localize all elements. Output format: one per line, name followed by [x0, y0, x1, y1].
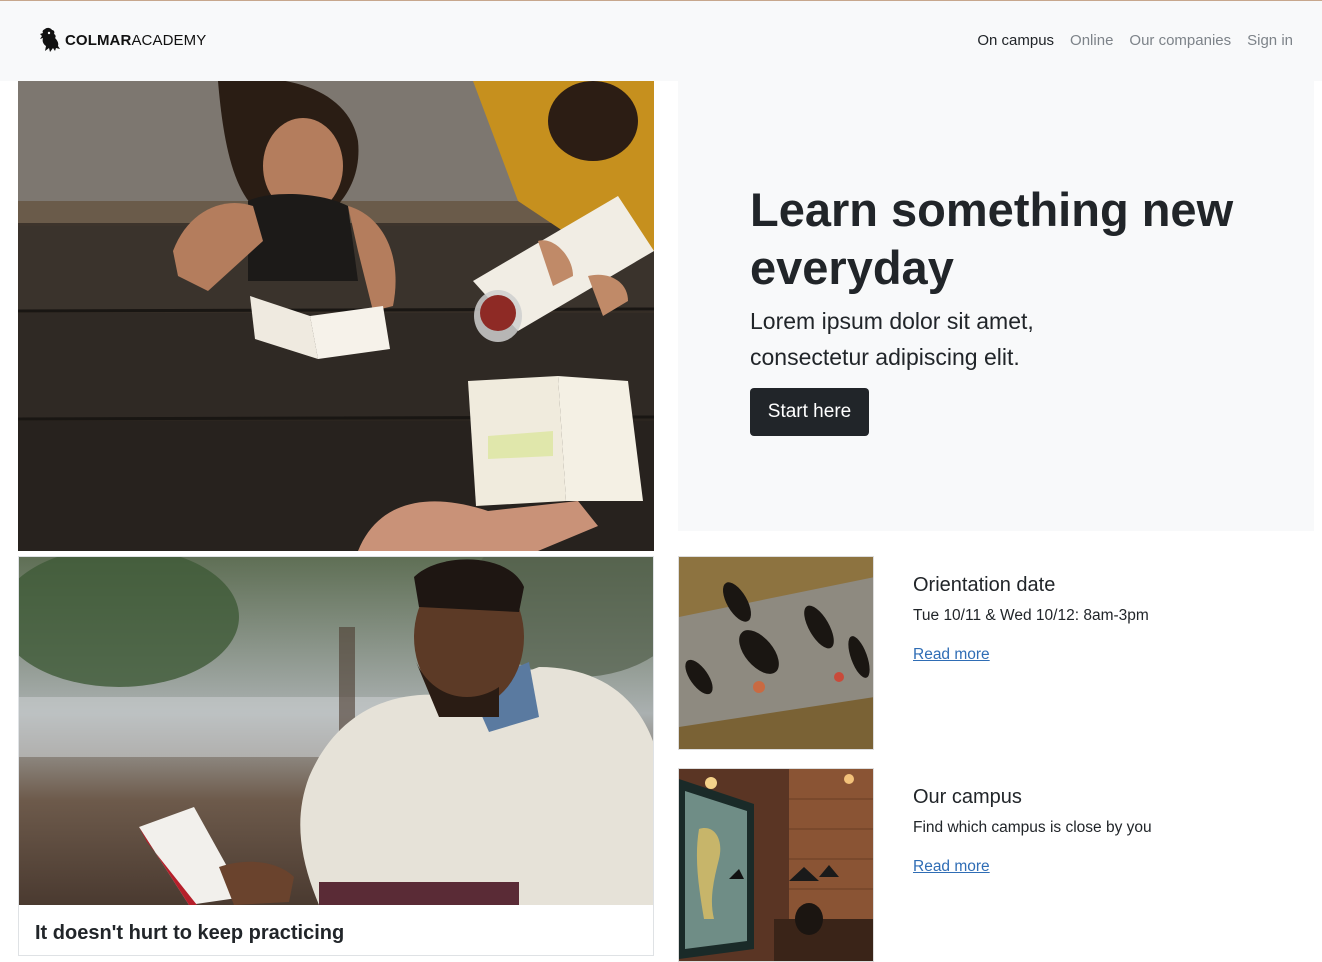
orientation-item: Orientation date Tue 10/11 & Wed 10/12: … [913, 572, 1293, 664]
nav-link-our-companies[interactable]: Our companies [1129, 32, 1231, 49]
campus-item: Our campus Find which campus is close by… [913, 784, 1293, 876]
brand-name-light: ACADEMY [131, 31, 207, 49]
practice-card[interactable]: It doesn't hurt to keep practicing [18, 556, 654, 956]
hero-image [18, 81, 654, 551]
nav-link-online[interactable]: Online [1070, 32, 1113, 49]
orientation-read-more-link[interactable]: Read more [913, 646, 990, 664]
campus-image [678, 768, 874, 962]
orientation-image [678, 556, 874, 750]
lion-icon [40, 27, 60, 52]
card-image [19, 557, 653, 905]
campus-title: Our campus [913, 786, 1022, 808]
campus-text: Find which campus is close by you [913, 819, 1152, 836]
brand-logo[interactable]: COLMAR ACADEMY [38, 26, 206, 54]
nav-link-sign-in[interactable]: Sign in [1247, 32, 1293, 49]
start-here-button[interactable]: Start here [750, 388, 869, 436]
nav-links: On campus Online Our companies Sign in [977, 32, 1293, 49]
navbar: COLMAR ACADEMY On campus Online Our compa… [0, 1, 1322, 81]
hero-panel: Learn something new everyday Lorem ipsum… [678, 81, 1314, 531]
orientation-title: Orientation date [913, 574, 1056, 596]
brand-name-bold: COLMAR [65, 31, 132, 49]
nav-link-on-campus[interactable]: On campus [977, 32, 1054, 49]
campus-read-more-link[interactable]: Read more [913, 858, 990, 876]
orientation-text: Tue 10/11 & Wed 10/12: 8am-3pm [913, 607, 1149, 624]
hero-title: Learn something new everyday [750, 183, 1234, 294]
hero-lead-text: Lorem ipsum dolor sit amet, consectetur … [750, 308, 1034, 370]
card-title: It doesn't hurt to keep practicing [35, 922, 345, 944]
